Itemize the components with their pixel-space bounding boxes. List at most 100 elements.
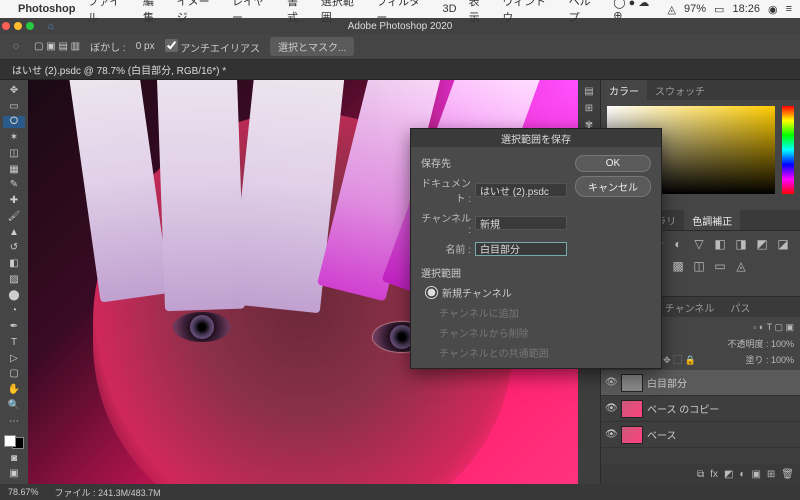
file-info: 241.3M/483.7M <box>98 488 161 498</box>
group-icon[interactable]: ▣ <box>751 469 760 480</box>
tab-swatches[interactable]: スウォッチ <box>647 80 713 100</box>
dodge-tool-icon[interactable]: ◔ <box>3 305 25 318</box>
layer-row[interactable]: 👁 ベース のコピー <box>601 396 800 422</box>
balance-icon: ◨ <box>733 237 749 254</box>
bw-icon: ◩ <box>754 237 770 254</box>
options-bar: ◌ ▢ ▣ ▤ ▥ ぼかし : 0 px アンチエイリアス 選択とマスク... <box>0 34 800 60</box>
new-layer-icon[interactable]: ⊞ <box>767 469 775 480</box>
layer-row[interactable]: 👁 白目部分 <box>601 370 800 396</box>
layer-thumb[interactable] <box>621 374 643 392</box>
layer-name[interactable]: 白目部分 <box>647 375 687 390</box>
visibility-icon[interactable]: 👁 <box>605 403 617 414</box>
notif-icon[interactable]: ≡ <box>786 3 792 15</box>
marquee-tool-icon[interactable]: ▭ <box>3 100 25 113</box>
macos-menubar: Photoshop ファイル 編集 イメージ レイヤー 書式 選択範囲 フィルタ… <box>0 0 800 18</box>
fg-bg-swatch[interactable] <box>4 435 24 449</box>
window-minimize-icon[interactable] <box>14 22 22 30</box>
tab-color[interactable]: カラー <box>601 80 647 100</box>
stamp-tool-icon[interactable]: ▲ <box>3 226 25 239</box>
hue-icon: ◧ <box>712 237 728 254</box>
antialias-checkbox[interactable]: アンチエイリアス <box>165 39 260 55</box>
brush-tool-icon[interactable]: 🖌 <box>3 210 25 223</box>
menu-window[interactable]: ウィンドウ <box>502 0 556 25</box>
shape-tool-icon[interactable]: ▢ <box>3 368 25 381</box>
dest-header: 保存先 <box>421 155 567 170</box>
selection-header: 選択範囲 <box>421 265 567 280</box>
menu-type[interactable]: 書式 <box>287 0 309 25</box>
heal-tool-icon[interactable]: ✚ <box>3 194 25 207</box>
wifi-icon[interactable]: ◬ <box>668 3 676 16</box>
ok-button[interactable]: OK <box>575 155 651 172</box>
exposure-icon: ◐ <box>670 237 686 254</box>
feather-value[interactable]: 0 px <box>136 41 155 52</box>
fill-value[interactable]: 100% <box>771 355 794 365</box>
eraser-tool-icon[interactable]: ◧ <box>3 257 25 270</box>
layer-filter-icons[interactable]: ▫ ◐ T ▢ ▣ <box>753 322 794 333</box>
menu-3d[interactable]: 3D <box>443 3 457 15</box>
window-close-icon[interactable] <box>2 22 10 30</box>
name-input[interactable]: 白目部分 <box>475 242 567 256</box>
radio-new-channel[interactable]: 新規チャンネル <box>421 285 567 300</box>
zoom-value[interactable]: 78.67% <box>8 487 39 497</box>
edit-toolbar-icon[interactable]: ⋯ <box>3 415 25 428</box>
gradient-tool-icon[interactable]: ▨ <box>3 273 25 286</box>
battery-percent: 97% <box>684 3 706 15</box>
document-tab[interactable]: はいせ (2).psdc @ 78.7% (白目部分, RGB/16*) * <box>0 60 800 80</box>
menu-help[interactable]: ヘルプ <box>569 0 602 25</box>
visibility-icon[interactable]: 👁 <box>605 377 617 388</box>
window-zoom-icon[interactable] <box>26 22 34 30</box>
history-brush-tool-icon[interactable]: ↺ <box>3 242 25 255</box>
select-and-mask-button[interactable]: 選択とマスク... <box>270 37 354 56</box>
menu-layer[interactable]: レイヤー <box>232 0 275 25</box>
document-select[interactable]: はいせ (2).psdc <box>475 183 567 197</box>
pen-tool-icon[interactable]: ✒ <box>3 320 25 333</box>
tab-paths[interactable]: パス <box>722 297 758 317</box>
selection-mode-icons[interactable]: ▢ ▣ ▤ ▥ <box>34 41 80 52</box>
siri-icon[interactable]: ◉ <box>768 3 778 16</box>
hand-tool-icon[interactable]: ✋ <box>3 383 25 396</box>
quickmask-icon[interactable]: ◙ <box>3 452 25 465</box>
layer-name[interactable]: ベース のコピー <box>647 401 719 416</box>
menu-file[interactable]: ファイル <box>87 0 130 25</box>
menu-image[interactable]: イメージ <box>177 0 220 25</box>
type-tool-icon[interactable]: T <box>3 336 25 349</box>
threshold-icon: ◫ <box>691 259 707 273</box>
menubar-time: 18:26 <box>732 3 760 15</box>
mask-icon[interactable]: ◩ <box>724 469 733 480</box>
selective-icon: ◬ <box>733 259 749 273</box>
channel-select[interactable]: 新規 <box>475 216 567 230</box>
layer-thumb[interactable] <box>621 426 643 444</box>
tab-adjustments[interactable]: 色調補正 <box>684 210 740 230</box>
delete-layer-icon[interactable]: 🗑 <box>781 469 794 480</box>
fx-icon[interactable]: fx <box>710 469 718 480</box>
layer-row[interactable]: 👁 ベース <box>601 422 800 448</box>
tab-channels[interactable]: チャンネル <box>657 297 723 317</box>
frame-tool-icon[interactable]: ▦ <box>3 163 25 176</box>
home-icon[interactable]: ⌂ <box>48 21 54 32</box>
zoom-tool-icon[interactable]: 🔍 <box>3 399 25 412</box>
radio-subtract: チャンネルから削除 <box>421 325 567 340</box>
move-tool-icon[interactable]: ✥ <box>3 84 25 97</box>
adjustment-layer-icon[interactable]: ◐ <box>739 469 745 480</box>
blur-tool-icon[interactable]: ⬤ <box>3 289 25 302</box>
opacity-value[interactable]: 100% <box>771 339 794 349</box>
menu-view[interactable]: 表示 <box>469 0 491 25</box>
lasso-tool-icon[interactable]: ⵔ <box>3 116 25 129</box>
layer-thumb[interactable] <box>621 400 643 418</box>
eyedropper-tool-icon[interactable]: ✎ <box>3 179 25 192</box>
visibility-icon[interactable]: 👁 <box>605 429 617 440</box>
link-layers-icon[interactable]: ⧉ <box>697 469 704 480</box>
lasso-tool-icon[interactable]: ◌ <box>8 39 24 55</box>
layer-name[interactable]: ベース <box>647 427 677 442</box>
menu-edit[interactable]: 編集 <box>143 0 165 25</box>
history-panel-icon[interactable]: ▤ <box>584 86 593 97</box>
path-tool-icon[interactable]: ▷ <box>3 352 25 365</box>
screenmode-icon[interactable]: ▣ <box>3 467 25 480</box>
wand-tool-icon[interactable]: ✶ <box>3 131 25 144</box>
app-title-text: Adobe Photoshop 2020 <box>348 21 453 32</box>
cancel-button[interactable]: キャンセル <box>575 176 651 197</box>
hue-strip[interactable] <box>782 106 794 194</box>
menubar-app-name[interactable]: Photoshop <box>18 3 75 15</box>
crop-tool-icon[interactable]: ◫ <box>3 147 25 160</box>
properties-panel-icon[interactable]: ⊞ <box>585 103 593 114</box>
